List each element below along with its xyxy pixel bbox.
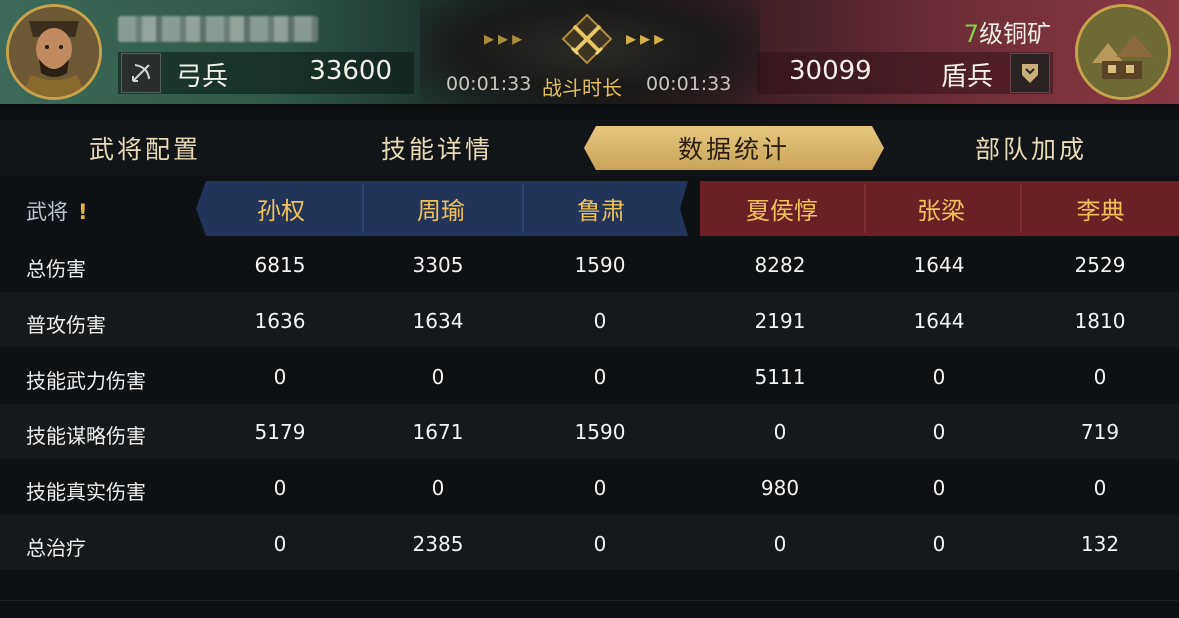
our-troop-panel: 弓兵 33600 — [118, 52, 414, 94]
row-label: 技能武力伤害 — [26, 369, 146, 393]
stat-value: 0 — [273, 476, 287, 500]
general-header-cell[interactable]: 张梁 — [866, 181, 1016, 236]
stat-value: 0 — [932, 476, 946, 500]
row-label: 普攻伤害 — [26, 313, 106, 337]
stat-value: 2191 — [754, 309, 806, 333]
stat-value: 0 — [773, 420, 787, 444]
stat-value: 0 — [1093, 476, 1107, 500]
stat-value: 1590 — [574, 253, 626, 277]
row-label: 总治疗 — [26, 536, 86, 560]
row-label: 技能真实伤害 — [26, 480, 146, 504]
stat-value: 132 — [1080, 532, 1120, 556]
tab-skill-details[interactable]: 技能详情 — [292, 120, 582, 176]
row-label: 技能谋略伤害 — [26, 424, 146, 448]
stat-value: 0 — [273, 365, 287, 389]
section-divider — [0, 600, 1179, 601]
stat-value: 1671 — [412, 420, 464, 444]
tab-bar: 武将配置 技能详情 数据统计 部队加成 — [0, 120, 1179, 176]
our-troop-type: 弓兵 — [176, 62, 229, 92]
crossed-swords-icon — [560, 12, 614, 66]
stat-value: 8282 — [754, 253, 806, 277]
stat-value: 0 — [431, 365, 445, 389]
battle-time-left: 00:01:33 — [446, 73, 532, 95]
stat-value: 6815 — [254, 253, 306, 277]
stat-value: 1644 — [913, 253, 965, 277]
stat-value: 0 — [431, 476, 445, 500]
battle-header: 弓兵 33600 ▸▸▸ ▸▸▸ 00:01:33 战斗时长 00:01:33 … — [0, 0, 1179, 108]
tab-general-config[interactable]: 武将配置 — [0, 120, 290, 176]
enemy-troop-count: 30099 — [789, 56, 872, 86]
stat-value: 5179 — [254, 420, 306, 444]
header-divider — [522, 184, 524, 233]
header-divider — [362, 184, 364, 233]
stat-value: 1634 — [412, 309, 464, 333]
general-header-cell[interactable]: 鲁肃 — [526, 181, 676, 236]
stat-value: 0 — [273, 532, 287, 556]
stat-value: 1644 — [913, 309, 965, 333]
bow-icon — [121, 53, 161, 93]
stat-value: 2529 — [1074, 253, 1126, 277]
generals-label: 武将 — [26, 200, 68, 224]
enemy-target-avatar[interactable] — [1075, 4, 1171, 100]
stat-value: 0 — [932, 532, 946, 556]
stat-value: 0 — [932, 365, 946, 389]
header-divider — [0, 104, 1179, 108]
commander-portrait-icon — [9, 7, 99, 97]
stat-value: 0 — [1093, 365, 1107, 389]
stat-value: 980 — [760, 476, 800, 500]
copper-mine-icon — [1078, 7, 1168, 97]
tab-troop-bonus[interactable]: 部队加成 — [886, 120, 1176, 176]
right-arrows-icon: ▸▸▸ — [626, 26, 669, 50]
enemy-target-label: 级铜矿 — [979, 20, 1051, 48]
battle-time-right: 00:01:33 — [646, 73, 732, 95]
stat-value: 1590 — [574, 420, 626, 444]
alert-icon[interactable]: ! — [78, 200, 88, 224]
enemy-troop-panel: 30099 盾兵 — [757, 52, 1053, 94]
stat-value: 5111 — [754, 365, 806, 389]
stat-value: 0 — [593, 365, 607, 389]
stat-value: 1810 — [1074, 309, 1126, 333]
stat-value: 0 — [593, 309, 607, 333]
shield-icon — [1010, 53, 1050, 93]
stat-value: 0 — [593, 532, 607, 556]
general-header-cell[interactable]: 夏侯惇 — [702, 181, 862, 236]
our-troop-count: 33600 — [309, 56, 392, 86]
enemy-level: 7 — [963, 20, 979, 48]
general-header-cell[interactable]: 周瑜 — [366, 181, 516, 236]
enemy-troop-type: 盾兵 — [940, 62, 993, 92]
stat-value: 2385 — [412, 532, 464, 556]
stat-value: 0 — [593, 476, 607, 500]
stat-value: 3305 — [412, 253, 464, 277]
general-header-cell[interactable]: 孙权 — [206, 181, 356, 236]
generals-header-label: 武将! — [26, 196, 88, 226]
battle-duration-label: 战斗时长 — [542, 76, 622, 100]
stat-value: 0 — [932, 420, 946, 444]
stat-value: 0 — [773, 532, 787, 556]
row-label: 总伤害 — [26, 257, 86, 281]
stat-value: 1636 — [254, 309, 306, 333]
player-name-blurred — [118, 16, 318, 42]
our-commander-avatar[interactable] — [6, 4, 102, 100]
stat-value: 719 — [1080, 420, 1120, 444]
left-arrows-icon: ▸▸▸ — [484, 26, 527, 50]
enemy-target-name: 7级铜矿 — [964, 14, 1051, 49]
tab-data-stats[interactable]: 数据统计 — [584, 126, 884, 170]
general-header-cell[interactable]: 李典 — [1022, 181, 1179, 236]
